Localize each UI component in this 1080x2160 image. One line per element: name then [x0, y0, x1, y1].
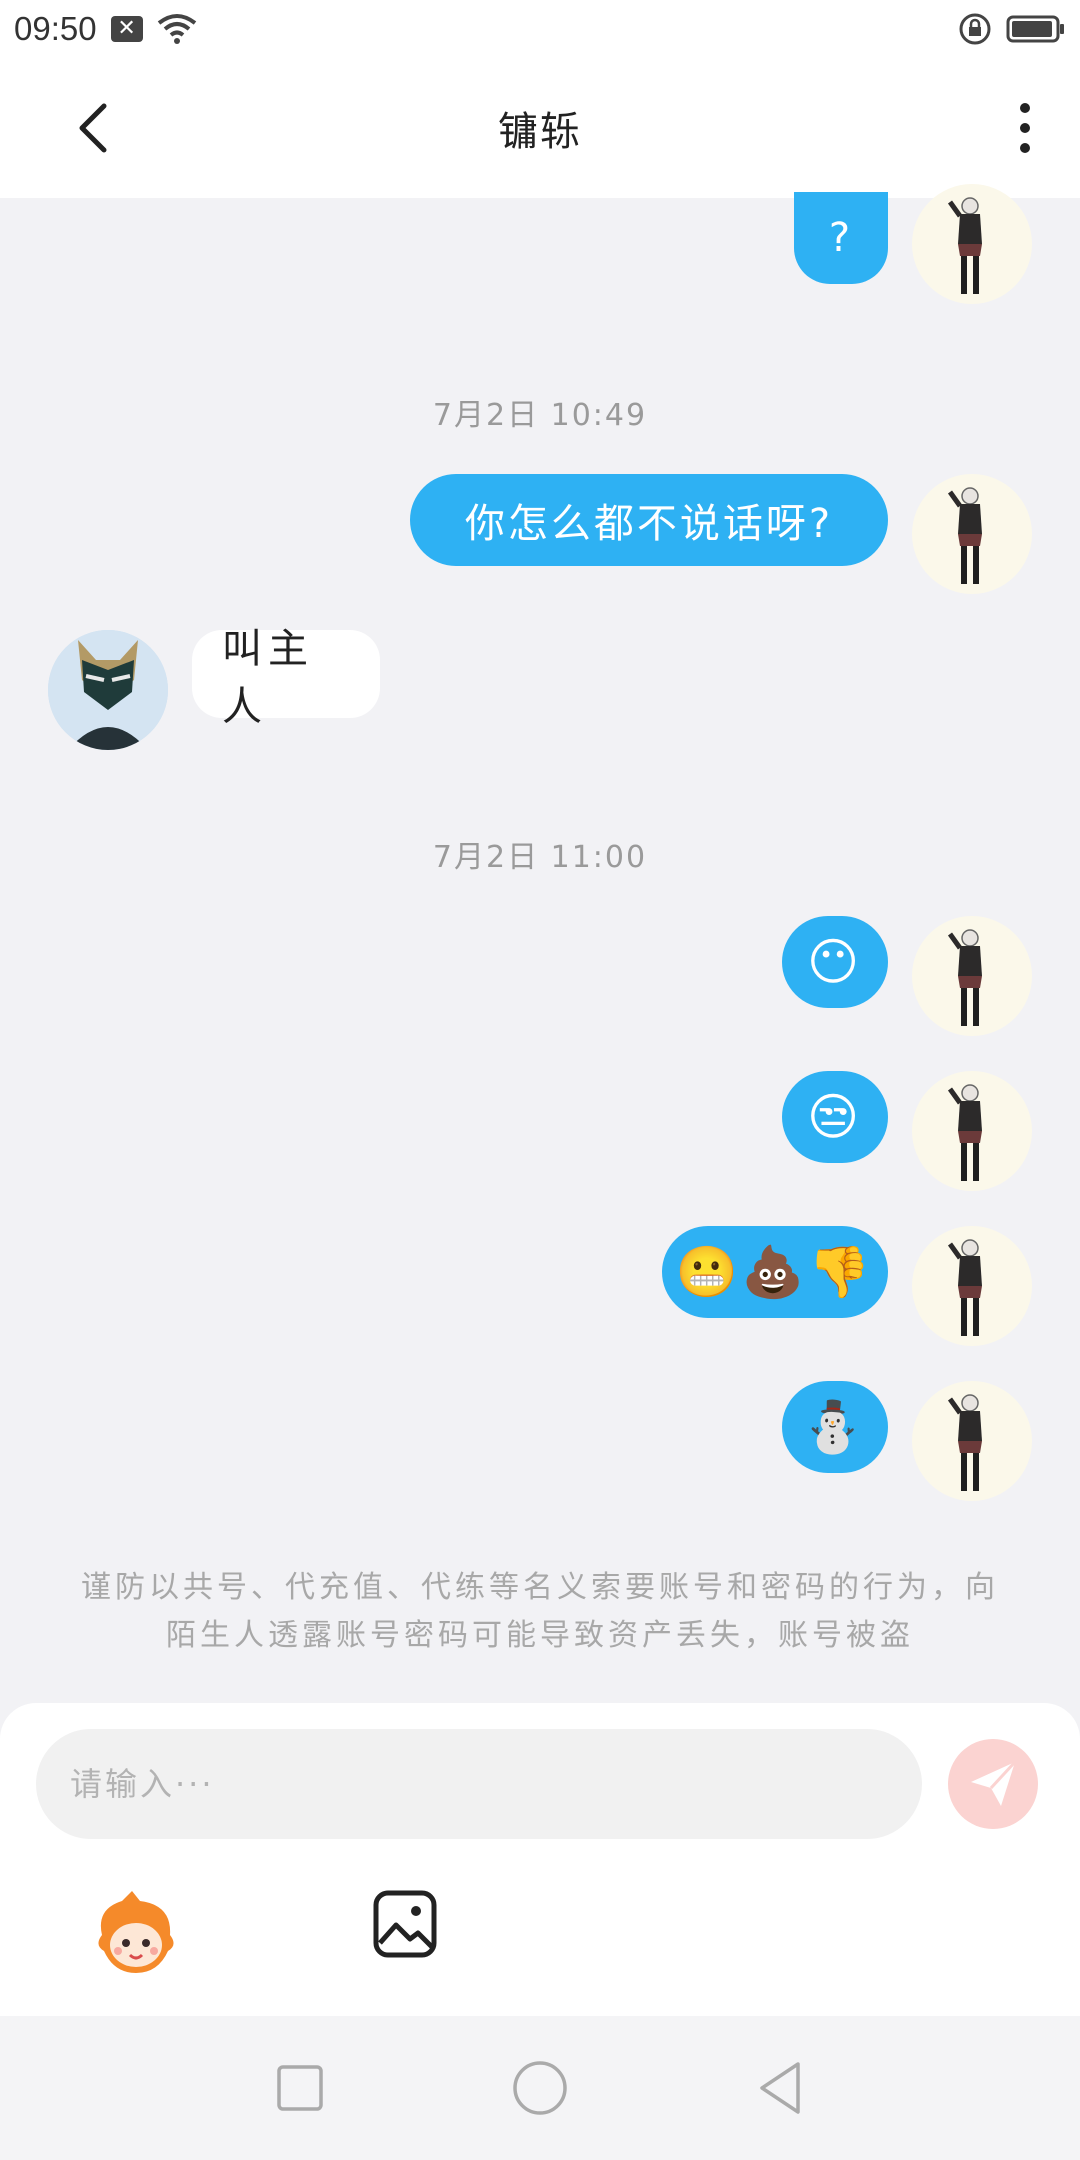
girl-figure-icon: [947, 197, 982, 294]
timestamp: 7月2日 10:49: [432, 398, 648, 433]
message-bubble[interactable]: ?: [794, 192, 888, 284]
avatar[interactable]: [912, 1381, 1032, 1501]
status-time: 09:50: [14, 10, 97, 47]
battery-icon: [1006, 15, 1064, 43]
image-icon: [373, 1890, 437, 1958]
masked-character-icon: [48, 630, 168, 750]
avatar[interactable]: [912, 1071, 1032, 1191]
send-button[interactable]: [948, 1739, 1038, 1829]
message-list[interactable]: ? 7月2日 10:49 你怎么都不说话呀? 叫主人 7月2日 11:00 😶 …: [0, 184, 1080, 1703]
chevron-left-icon: [79, 103, 107, 153]
message-bubble[interactable]: ⛄: [782, 1381, 888, 1473]
lock-rotation-icon: [959, 13, 991, 45]
avatar[interactable]: [912, 474, 1032, 594]
girl-figure-icon: [947, 1239, 982, 1336]
girl-figure-icon: [947, 487, 982, 584]
girl-figure-icon: [947, 1394, 982, 1491]
message-input[interactable]: [36, 1729, 922, 1839]
image-button[interactable]: [372, 1889, 438, 1959]
send-icon: [971, 1760, 1017, 1806]
avatar[interactable]: [48, 630, 168, 750]
system-nav-bar: [0, 2016, 1080, 2160]
message-bubble[interactable]: 😶: [782, 916, 888, 1008]
notification-close-icon: ✕: [110, 16, 143, 42]
circle-icon: [513, 2061, 567, 2115]
sticker-icon: [98, 1891, 174, 1973]
timestamp: 7月2日 11:00: [432, 840, 648, 875]
sticker-button[interactable]: [92, 1889, 180, 1977]
avatar[interactable]: [912, 184, 1032, 304]
back-nav-button[interactable]: [750, 2058, 810, 2118]
message-bubble[interactable]: 😬💩👎: [662, 1226, 888, 1318]
message-bubble[interactable]: 😒: [782, 1071, 888, 1163]
input-panel: [0, 1703, 1080, 2016]
more-vertical-icon: [1020, 103, 1030, 153]
girl-figure-icon: [947, 929, 982, 1026]
home-button[interactable]: [510, 2058, 570, 2118]
status-bar: 09:50 ✕: [0, 0, 1080, 58]
message-bubble[interactable]: 叫主人: [192, 626, 380, 730]
back-button[interactable]: [70, 98, 120, 158]
avatar[interactable]: [912, 1226, 1032, 1346]
chat-header: 镛轹: [0, 58, 1080, 198]
triangle-back-icon: [760, 2062, 800, 2114]
girl-figure-icon: [947, 1084, 982, 1181]
more-options-button[interactable]: [1010, 98, 1040, 158]
avatar[interactable]: [912, 916, 1032, 1036]
square-icon: [277, 2065, 323, 2111]
message-bubble[interactable]: 你怎么都不说话呀?: [410, 474, 888, 566]
recents-button[interactable]: [270, 2058, 330, 2118]
security-warning: 谨防以共号、代充值、代练等名义索要账号和密码的行为，向陌生人透露账号密码可能导致…: [81, 1570, 999, 1653]
wifi-icon: [157, 14, 196, 44]
page-title: 镛轹: [498, 109, 582, 155]
